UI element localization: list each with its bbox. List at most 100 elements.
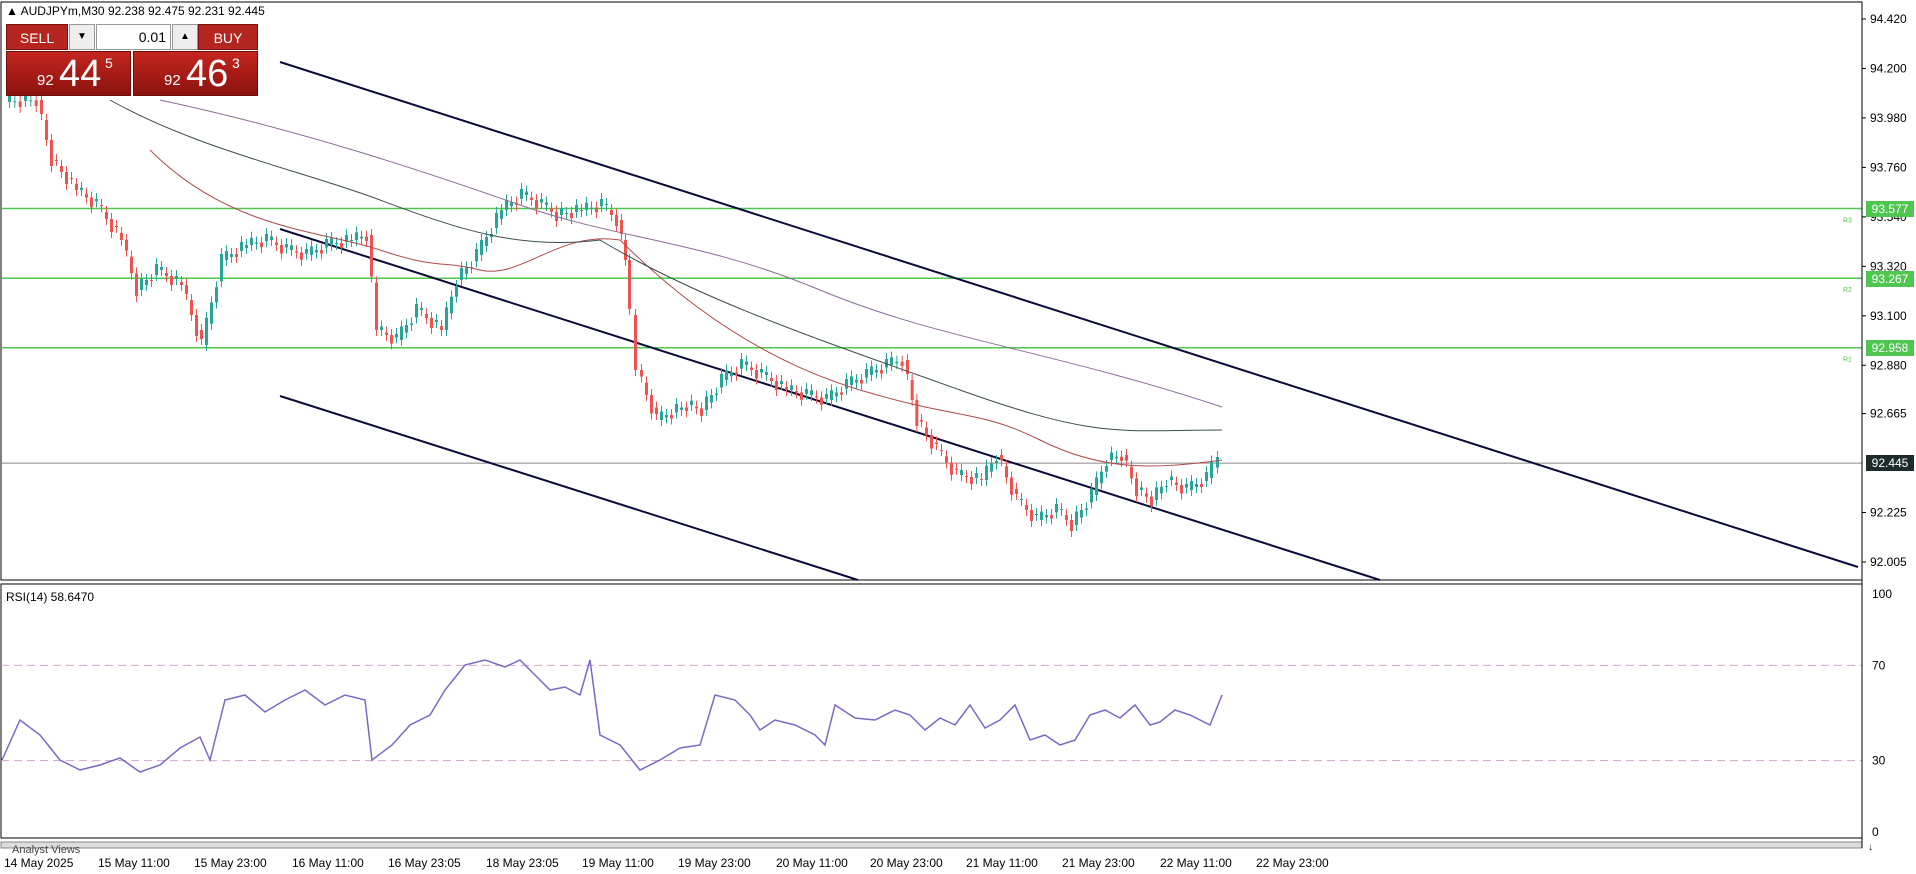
candle-body	[770, 378, 773, 381]
candle-body	[60, 166, 63, 172]
candle-body	[325, 239, 328, 248]
candle-body	[1085, 508, 1088, 510]
time-axis-label: 19 May 11:00	[582, 856, 654, 870]
candle-body	[315, 250, 318, 253]
candle-body	[890, 357, 893, 365]
candle-body	[840, 392, 843, 395]
candle-body	[930, 435, 933, 449]
candle-body	[910, 380, 914, 400]
candle-body	[110, 219, 113, 232]
candle-body	[855, 380, 858, 383]
candle-body	[395, 334, 398, 338]
candle-body	[700, 408, 703, 416]
candle-body	[1025, 505, 1028, 510]
candle-body	[680, 407, 683, 410]
candle-body	[210, 302, 213, 324]
candle-body	[1165, 486, 1168, 487]
candle-body	[440, 326, 443, 330]
candle-body	[710, 395, 713, 403]
candle-body	[1185, 484, 1188, 488]
candle-body	[405, 325, 408, 333]
candle-body	[690, 400, 693, 405]
candle-body	[580, 210, 583, 211]
lot-increase-button[interactable]: ▲	[172, 24, 198, 50]
lot-size-input[interactable]	[96, 24, 171, 50]
candle-body	[745, 361, 748, 365]
sell-price[interactable]: 92 44 5	[6, 51, 131, 96]
time-axis-label: 22 May 23:00	[1256, 856, 1329, 870]
candle-body	[915, 400, 919, 426]
candle-body	[810, 390, 813, 395]
candle-body	[235, 254, 238, 257]
candle-body	[320, 250, 323, 254]
lot-decrease-button[interactable]: ▼	[69, 24, 95, 50]
price-chart[interactable]: 94.42094.20093.98093.76093.54093.32093.1…	[0, 0, 1916, 874]
candle-body	[185, 285, 188, 294]
candle-body	[845, 379, 848, 389]
candle-body	[545, 202, 548, 205]
rsi-axis-label: 30	[1872, 754, 1886, 768]
sell-price-prefix: 92	[37, 72, 54, 89]
candle-body	[695, 406, 698, 409]
candle-body	[1180, 485, 1183, 494]
channel-lower-line	[279, 395, 859, 581]
buy-button[interactable]: BUY	[198, 24, 258, 50]
candle-body	[560, 208, 563, 215]
collapse-triangle-icon[interactable]: ▲	[6, 4, 18, 18]
candle-body	[155, 264, 158, 275]
candle-body	[65, 172, 68, 184]
candle-body	[225, 251, 228, 260]
candle-body	[55, 160, 58, 161]
chevron-up-icon: ▲	[180, 31, 190, 42]
candle-body	[585, 202, 588, 210]
candle-body	[1125, 455, 1128, 461]
candle-body	[445, 307, 448, 330]
candle-body	[1170, 476, 1173, 480]
time-axis-label: 21 May 11:00	[966, 856, 1038, 870]
candle-body	[305, 249, 308, 254]
candle-body	[255, 242, 258, 244]
candle-body	[95, 199, 98, 202]
candle-body	[935, 442, 938, 444]
candle-body	[175, 276, 178, 279]
one-click-trading-panel: SELL ▼ ▲ BUY 92 44 5 92 46 3	[6, 24, 258, 96]
buy-price-sup: 3	[232, 55, 240, 71]
candle-body	[1050, 515, 1053, 519]
candle-body	[410, 323, 413, 325]
candle-body	[125, 240, 128, 251]
candle-body	[1060, 509, 1063, 510]
candle-body	[624, 240, 627, 260]
candle-body	[815, 396, 818, 398]
candle-body	[615, 215, 618, 226]
candle-body	[1135, 478, 1138, 496]
candle-body	[1160, 486, 1163, 494]
candle-body	[195, 315, 198, 336]
sell-button[interactable]: SELL	[6, 24, 68, 50]
candle-body	[160, 267, 163, 270]
candle-body	[380, 326, 383, 330]
candle-body	[960, 470, 963, 475]
candle-body	[1005, 466, 1008, 478]
candle-body	[8, 95, 11, 102]
time-axis-label: 15 May 11:00	[98, 856, 170, 870]
candle-body	[265, 234, 268, 242]
candle-body	[1045, 515, 1048, 518]
candle-body	[13, 101, 17, 103]
buy-price[interactable]: 92 46 3	[133, 51, 258, 96]
candle-body	[250, 237, 253, 245]
candle-body	[280, 245, 283, 254]
candle-body	[705, 396, 708, 410]
candle-body	[525, 191, 528, 195]
candle-body	[115, 226, 118, 227]
current-price-label: 92.445	[1866, 455, 1914, 471]
candle-body	[1070, 520, 1073, 531]
price-axis-label: 93.760	[1870, 160, 1907, 174]
candle-body	[650, 395, 653, 414]
candle-body	[190, 300, 193, 315]
candle-body	[520, 189, 523, 199]
candle-body	[1030, 510, 1033, 521]
rsi-axis-label: 100	[1872, 587, 1892, 601]
candle-body	[665, 415, 668, 418]
candle-body	[205, 317, 208, 345]
candle-body	[980, 479, 983, 480]
